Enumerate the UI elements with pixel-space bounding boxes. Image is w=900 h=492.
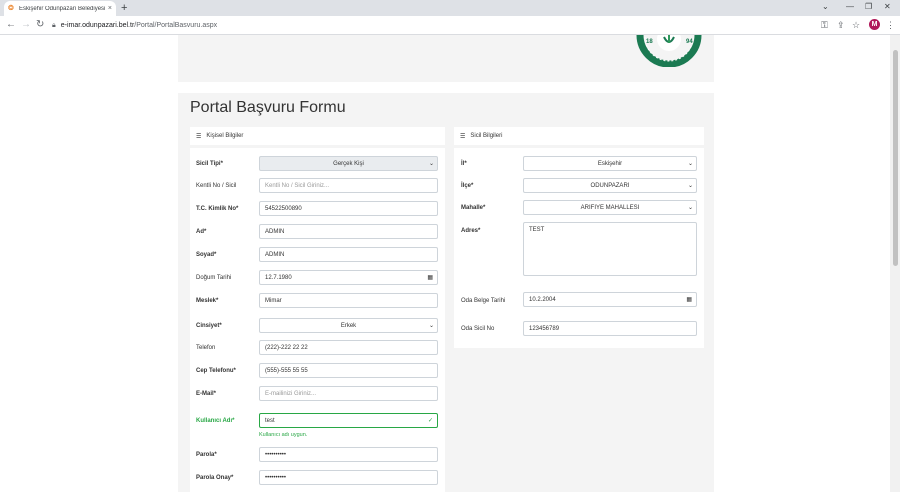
- phone-label: Telefon: [196, 345, 216, 351]
- chevron-down-icon: ⌄: [687, 183, 693, 189]
- profession-input[interactable]: Mimar: [259, 293, 438, 308]
- personal-info-header: ☰ Kişisel Bilgiler: [190, 127, 445, 145]
- last-name-label: Soyad*: [196, 252, 217, 258]
- chevron-down-icon: ⌄: [687, 205, 693, 211]
- neighborhood-label: Mahalle*: [461, 205, 486, 211]
- minimize-button[interactable]: —: [846, 2, 854, 12]
- url-host: e-imar.odunpazari.bel.tr: [60, 22, 135, 29]
- province-select[interactable]: Eskişehir ⌄: [523, 156, 697, 171]
- password-label: Parola*: [196, 452, 217, 458]
- page-viewport: 18 94 Portal Başvuru Formu ☰ Kişisel Bil…: [0, 35, 890, 492]
- username-label: Kullanıcı Adı*: [196, 418, 235, 424]
- chamber-registry-no-label: Oda Sicil No: [461, 326, 495, 332]
- birth-date-label: Doğum Tarihi: [196, 275, 232, 281]
- tab-close-icon[interactable]: ×: [108, 5, 112, 12]
- registry-type-label: Sicil Tipi*: [196, 161, 223, 167]
- province-label: İl*: [461, 161, 467, 167]
- registry-type-select[interactable]: Gerçek Kişi ⌄: [259, 156, 438, 171]
- neighborhood-value: ARIFIYE MAHALLESI: [580, 204, 640, 211]
- username-input[interactable]: test ✓: [259, 413, 438, 428]
- svg-text:18: 18: [646, 39, 653, 45]
- calendar-icon[interactable]: ▦: [427, 274, 433, 281]
- bookmark-star-icon[interactable]: ☆: [852, 19, 860, 31]
- registry-info-title: Sicil Bilgileri: [470, 133, 503, 139]
- tc-id-input[interactable]: 54522500890: [259, 201, 438, 216]
- browser-tab[interactable]: ❂ Eskişehir Odunpazarı Belediyesi :: ...…: [4, 1, 116, 16]
- new-tab-button[interactable]: +: [121, 1, 127, 15]
- chamber-doc-date-input[interactable]: 10.2.2004 ▦: [523, 292, 697, 307]
- tab-title: Eskişehir Odunpazarı Belediyesi :: ...: [19, 5, 105, 12]
- menu-dots-icon[interactable]: ⋮: [886, 19, 895, 31]
- list-icon: ☰: [196, 133, 202, 140]
- district-value: ODUNPAZARI: [590, 182, 630, 189]
- gender-value: Erkek: [340, 322, 357, 329]
- mobile-phone-label: Cep Telefonu*: [196, 368, 236, 374]
- window-close-button[interactable]: ✕: [884, 2, 891, 12]
- password-input[interactable]: ••••••••••: [259, 447, 438, 462]
- chamber-doc-date-value: 10.2.2004: [529, 296, 556, 303]
- first-name-input[interactable]: ADMIN: [259, 224, 438, 239]
- personal-info-title: Kişisel Bilgiler: [206, 133, 244, 139]
- profile-avatar[interactable]: M: [869, 19, 880, 30]
- tc-id-label: T.C. Kimlik No*: [196, 206, 239, 212]
- province-value: Eskişehir: [597, 160, 623, 167]
- scrollbar-thumb[interactable]: [893, 50, 898, 266]
- lock-icon: 🔒︎: [52, 21, 56, 29]
- chamber-doc-date-label: Oda Belge Tarihi: [461, 298, 506, 304]
- browser-toolbar: ← → ↻ 🔒︎ e-imar.odunpazari.bel.tr/Portal…: [0, 16, 900, 35]
- district-select[interactable]: ODUNPAZARI ⌄: [523, 178, 697, 193]
- page-title: Portal Başvuru Formu: [190, 99, 346, 116]
- last-name-input[interactable]: ADMIN: [259, 247, 438, 262]
- gender-select[interactable]: Erkek ⌄: [259, 318, 438, 333]
- mobile-phone-input[interactable]: (555)-555 55 55: [259, 363, 438, 378]
- citizen-no-label: Kentli No / Sicil: [196, 183, 237, 189]
- username-valid-hint: Kullanıcı adı uygun.: [259, 432, 308, 438]
- calendar-icon[interactable]: ▦: [686, 296, 692, 303]
- password-confirm-label: Parola Onay*: [196, 475, 234, 481]
- tab-search-icon[interactable]: ⌄: [822, 2, 829, 12]
- share-icon[interactable]: ⇪: [837, 19, 845, 31]
- profession-label: Meslek*: [196, 298, 219, 304]
- district-label: İlçe*: [461, 183, 474, 189]
- email-input[interactable]: E-mailinizi Giriniz...: [259, 386, 438, 401]
- chevron-down-icon: ⌄: [687, 161, 693, 167]
- key-icon[interactable]: ⚿: [821, 19, 828, 31]
- phone-input[interactable]: (222)-222 22 22: [259, 340, 438, 355]
- address-bar[interactable]: 🔒︎ e-imar.odunpazari.bel.tr/Portal/Porta…: [52, 18, 860, 33]
- citizen-no-input[interactable]: Kentli No / Sicil Giriniz...: [259, 178, 438, 193]
- svg-text:94: 94: [686, 39, 693, 45]
- username-value: test: [265, 417, 275, 424]
- chamber-registry-no-input[interactable]: 123456789: [523, 321, 697, 336]
- neighborhood-select[interactable]: ARIFIYE MAHALLESI ⌄: [523, 200, 697, 215]
- forward-icon[interactable]: →: [21, 19, 31, 31]
- list-icon: ☰: [460, 133, 466, 140]
- site-header: [178, 35, 714, 82]
- registry-type-value: Gerçek Kişi: [333, 160, 364, 167]
- email-label: E-Mail*: [196, 391, 217, 397]
- check-icon: ✓: [427, 418, 433, 424]
- first-name-label: Ad*: [196, 229, 207, 235]
- address-textarea[interactable]: TEST: [523, 222, 697, 276]
- birth-date-value: 12.7.1980: [265, 274, 292, 281]
- gender-label: Cinsiyet*: [196, 323, 222, 329]
- browser-tab-bar: ❂ Eskişehir Odunpazarı Belediyesi :: ...…: [0, 0, 900, 16]
- municipality-logo-icon: 18 94: [636, 35, 702, 67]
- reload-icon[interactable]: ↻: [36, 19, 44, 31]
- address-label: Adres*: [461, 228, 481, 234]
- password-confirm-input[interactable]: ••••••••••: [259, 470, 438, 485]
- birth-date-input[interactable]: 12.7.1980 ▦: [259, 270, 438, 285]
- url-path: /Portal/PortalBasvuru.aspx: [134, 22, 218, 29]
- chevron-down-icon: ⌄: [428, 161, 434, 167]
- chevron-down-icon: ⌄: [428, 323, 434, 329]
- maximize-button[interactable]: ❐: [865, 2, 872, 12]
- back-icon[interactable]: ←: [6, 19, 16, 31]
- registry-info-header: ☰ Sicil Bilgileri: [454, 127, 704, 145]
- site-favicon-icon: ❂: [8, 5, 14, 12]
